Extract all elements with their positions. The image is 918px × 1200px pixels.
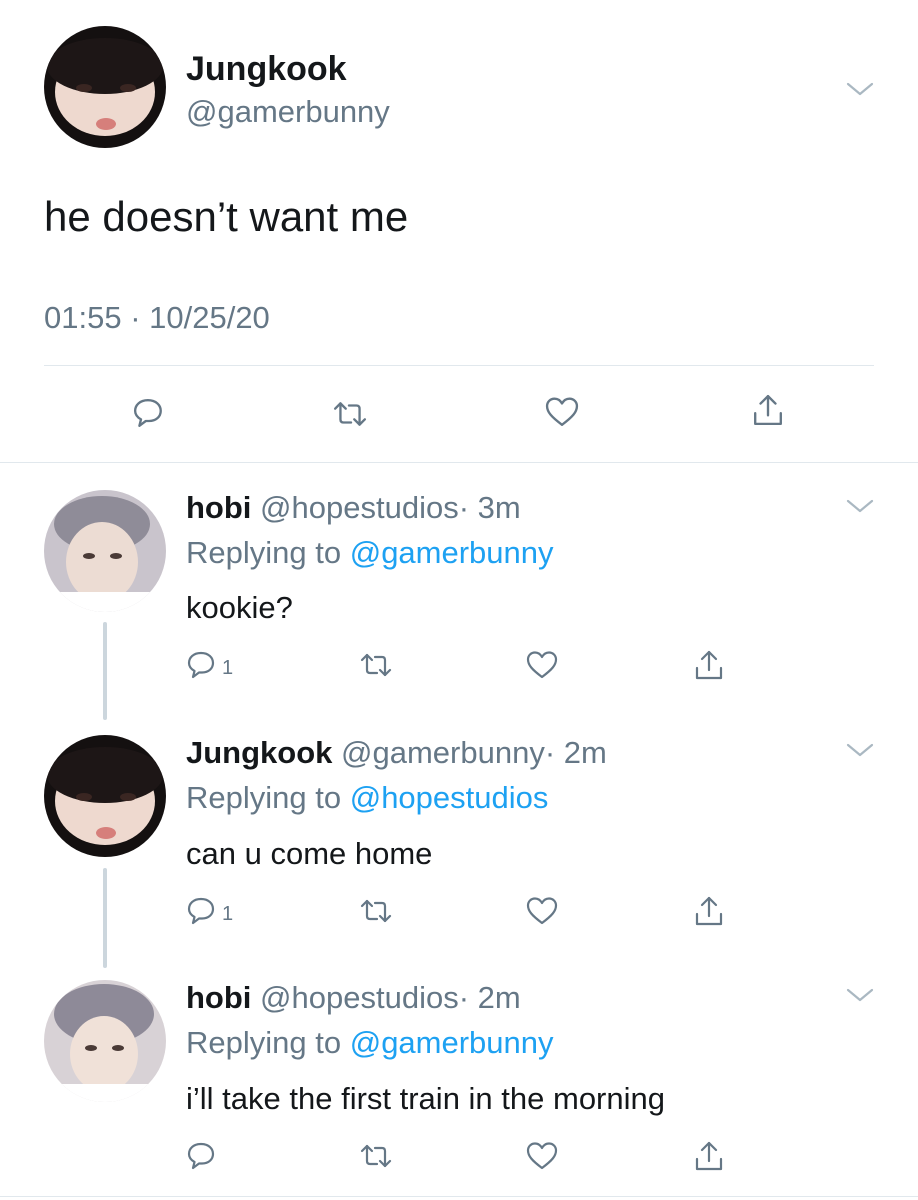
replying-prefix: Replying to xyxy=(186,535,342,570)
heart-icon xyxy=(526,897,558,925)
reply-button[interactable] xyxy=(133,397,165,429)
reply-header: hobi @hopestudios· 3m xyxy=(186,490,521,526)
reply-header: Jungkook @gamerbunny· 2m xyxy=(186,735,607,771)
replying-to: Replying to @gamerbunny xyxy=(186,535,554,571)
reply-text: kookie? xyxy=(186,590,293,625)
replying-prefix: Replying to xyxy=(186,780,342,815)
avatar[interactable] xyxy=(44,26,166,148)
author-handle[interactable]: @gamerbunny xyxy=(341,735,545,770)
heart-icon xyxy=(526,1142,558,1170)
author-handle[interactable]: @hopestudios xyxy=(260,490,459,525)
replying-prefix: Replying to xyxy=(186,1025,342,1060)
avatar[interactable] xyxy=(44,735,166,857)
chevron-down-icon[interactable] xyxy=(845,496,875,516)
mention-link[interactable]: @gamerbunny xyxy=(350,1025,554,1060)
author-name[interactable]: Jungkook xyxy=(186,50,347,89)
speech-bubble-icon xyxy=(187,651,215,679)
retweet-button[interactable] xyxy=(360,652,392,678)
mention-link[interactable]: @gamerbunny xyxy=(350,535,554,570)
retweet-button[interactable] xyxy=(360,898,392,924)
reply-text: i’ll take the first train in the morning xyxy=(186,1081,665,1116)
divider xyxy=(0,462,918,463)
chevron-down-icon[interactable] xyxy=(845,740,875,760)
chevron-down-icon[interactable] xyxy=(845,79,875,99)
reply-count: 1 xyxy=(222,903,234,925)
speech-bubble-icon xyxy=(187,1142,215,1170)
retweet-icon xyxy=(360,1144,392,1168)
share-icon xyxy=(695,650,723,680)
author-name[interactable]: Jungkook xyxy=(186,735,332,770)
avatar[interactable] xyxy=(44,490,166,612)
retweet-icon xyxy=(360,899,392,923)
like-button[interactable] xyxy=(545,396,579,428)
share-icon xyxy=(695,896,723,926)
retweet-icon xyxy=(360,653,392,677)
author-name[interactable]: hobi xyxy=(186,980,251,1015)
speech-bubble-icon xyxy=(133,399,162,427)
share-icon xyxy=(754,394,782,426)
retweet-button[interactable] xyxy=(333,400,367,428)
share-button[interactable] xyxy=(694,895,724,927)
like-button[interactable] xyxy=(526,1141,558,1171)
share-button[interactable] xyxy=(694,649,724,681)
heart-icon xyxy=(545,397,579,426)
author-handle[interactable]: @hopestudios xyxy=(260,980,459,1015)
share-icon xyxy=(695,1141,723,1171)
replying-to: Replying to @hopestudios xyxy=(186,780,548,816)
share-button[interactable] xyxy=(752,393,784,427)
reply-count: 1 xyxy=(222,657,234,679)
reply-time: · 2m xyxy=(544,735,607,770)
reply-text: can u come home xyxy=(186,836,433,871)
tweet-timestamp: 01:55 · 10/25/20 xyxy=(44,300,270,335)
reply-time: · 2m xyxy=(458,980,521,1015)
like-button[interactable] xyxy=(526,650,558,680)
reply-button[interactable] xyxy=(187,650,217,680)
reply-button[interactable] xyxy=(187,896,217,926)
reply-header: hobi @hopestudios· 2m xyxy=(186,980,521,1016)
heart-icon xyxy=(526,651,558,679)
speech-bubble-icon xyxy=(187,897,215,925)
divider xyxy=(0,1196,918,1197)
mention-link[interactable]: @hopestudios xyxy=(350,780,549,815)
retweet-button[interactable] xyxy=(360,1143,392,1169)
like-button[interactable] xyxy=(526,896,558,926)
retweet-icon xyxy=(333,402,367,426)
tweet-text: he doesn’t want me xyxy=(44,193,409,240)
author-name[interactable]: hobi xyxy=(186,490,251,525)
reply-time: · 3m xyxy=(458,490,521,525)
author-handle[interactable]: @gamerbunny xyxy=(186,94,390,130)
replying-to: Replying to @gamerbunny xyxy=(186,1025,554,1061)
chevron-down-icon[interactable] xyxy=(845,985,875,1005)
thread-line xyxy=(103,622,107,720)
thread-line xyxy=(103,868,107,968)
share-button[interactable] xyxy=(694,1140,724,1172)
avatar[interactable] xyxy=(44,980,166,1102)
divider xyxy=(44,365,874,366)
reply-button[interactable] xyxy=(187,1141,217,1171)
